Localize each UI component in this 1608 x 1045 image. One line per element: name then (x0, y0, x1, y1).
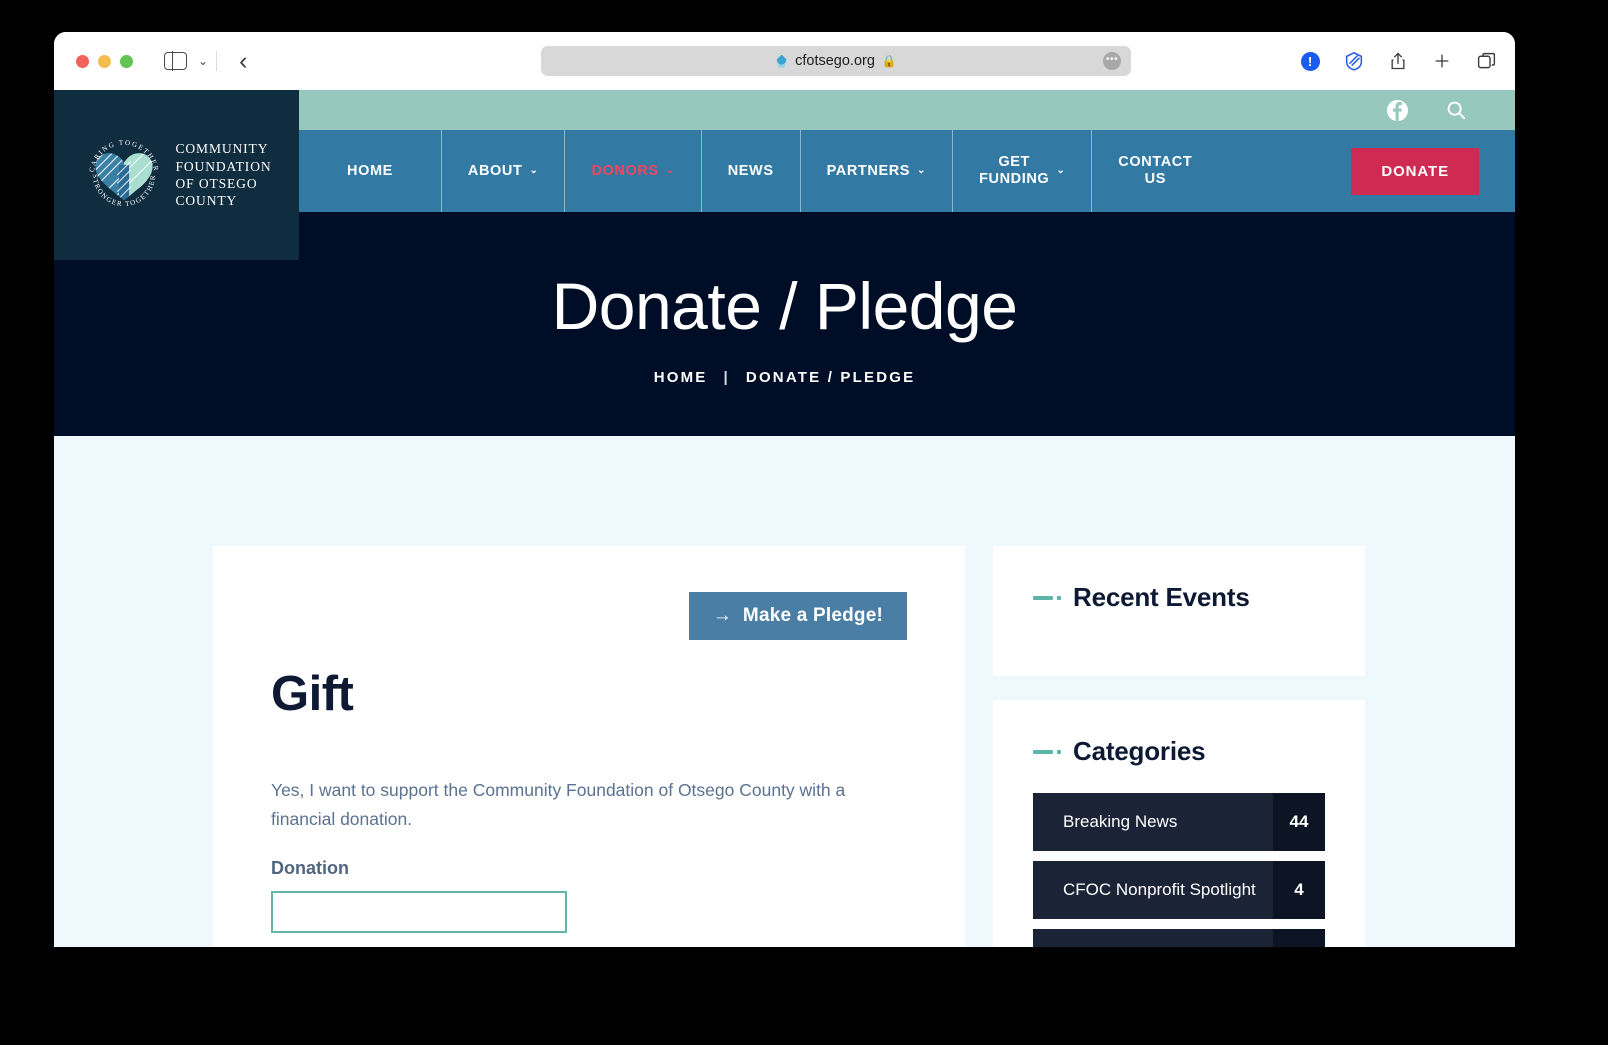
browser-toolbar: ⌄ ‹ cfotsego.org 🔒 ••• ! (54, 32, 1515, 90)
address-bar-more-icon[interactable]: ••• (1103, 52, 1121, 70)
page-title: Donate / Pledge (551, 269, 1018, 343)
sidebar-toggle-icon[interactable] (163, 51, 187, 71)
sidebar: Recent Events Categories Breaking News 4… (993, 546, 1365, 947)
recent-events-title: Recent Events (1033, 582, 1325, 613)
privacy-report-icon[interactable] (1343, 50, 1365, 72)
breadcrumb-current: DONATE / PLEDGE (745, 369, 916, 387)
dash-dot-icon (1033, 595, 1061, 600)
list-item[interactable]: Breaking News 44 (1033, 793, 1325, 851)
utility-bar (299, 90, 1515, 130)
nav-item-about[interactable]: ABOUT ⌄ (442, 130, 566, 212)
pledge-button-row: → Make a Pledge! (271, 592, 907, 640)
tab-overview-icon[interactable] (1475, 50, 1497, 72)
categories-widget: Categories Breaking News 44 CFOC Nonprof… (993, 700, 1365, 947)
nav-item-news[interactable]: NEWS (702, 130, 801, 212)
categories-label: Categories (1073, 736, 1206, 766)
share-icon[interactable] (1387, 50, 1409, 72)
toolbar-right-icons: ! (1299, 32, 1497, 90)
url-text: cfotsego.org (795, 53, 875, 69)
nav-label: PARTNERS (826, 162, 911, 179)
donate-button[interactable]: DONATE (1351, 147, 1479, 195)
nav-item-partners[interactable]: PARTNERS ⌄ (801, 130, 954, 212)
site-logo[interactable]: CARING TOGETHER STRONGER TOGETHER COMMUN… (54, 90, 299, 260)
nav-label: NEWS (727, 162, 774, 179)
arrow-right-icon: → (712, 605, 732, 626)
make-a-pledge-button[interactable]: → Make a Pledge! (688, 592, 907, 640)
nav-item-home[interactable]: HOME (299, 130, 442, 212)
recent-events-label: Recent Events (1073, 582, 1250, 612)
page-viewport: HOME ABOUT ⌄ DONORS ⌄ NEWS PARTNERS ⌄ GE… (54, 90, 1515, 947)
lock-icon: 🔒 (881, 54, 897, 68)
warning-badge-icon[interactable]: ! (1299, 50, 1321, 72)
chevron-down-icon: ⌄ (529, 165, 539, 177)
nav-label: CONTACT US (1118, 154, 1193, 187)
window-controls (76, 54, 133, 68)
make-a-pledge-label: Make a Pledge! (742, 605, 883, 626)
gift-form-card: → Make a Pledge! Gift Yes, I want to sup… (213, 546, 965, 947)
site-favicon-icon (776, 54, 787, 68)
toolbar-divider (216, 51, 218, 71)
breadcrumb-home-link[interactable]: HOME (654, 369, 708, 386)
category-count: 5 (1273, 929, 1325, 947)
chevron-down-icon: ⌄ (665, 165, 675, 177)
chevron-down-icon: ⌄ (917, 165, 927, 177)
donation-input[interactable] (271, 890, 567, 933)
nav-item-donors[interactable]: DONORS ⌄ (565, 130, 702, 212)
category-count: 44 (1273, 793, 1325, 851)
nav-item-contact-us[interactable]: CONTACT US (1092, 130, 1218, 212)
category-count: 4 (1273, 861, 1325, 919)
categories-title: Categories (1033, 736, 1325, 767)
maximize-window-button[interactable] (120, 54, 133, 68)
gift-heading: Gift (271, 667, 354, 721)
nav-label: ABOUT (467, 162, 523, 179)
form-intro-text: Yes, I want to support the Community Fou… (271, 780, 846, 829)
category-name: Breaking News (1063, 812, 1178, 831)
donation-label: Donation (271, 857, 349, 878)
address-bar[interactable]: cfotsego.org 🔒 ••• (541, 46, 1131, 76)
list-item[interactable]: CFOC Nonprofit Spotlight 4 (1033, 861, 1325, 919)
minimize-window-button[interactable] (98, 54, 111, 68)
categories-list: Breaking News 44 CFOC Nonprofit Spotligh… (1033, 793, 1325, 947)
heart-logo-icon: CARING TOGETHER STRONGER TOGETHER (82, 133, 166, 217)
site-logo-wordmark: COMMUNITY FOUNDATION OF OTSEGO COUNTY (175, 141, 272, 209)
close-window-button[interactable] (76, 54, 89, 68)
list-item[interactable]: DONOR PROFILES 5 (1033, 929, 1325, 947)
new-tab-button[interactable] (1431, 50, 1453, 72)
dash-dot-icon (1033, 749, 1061, 754)
nav-label: GET FUNDING (979, 154, 1050, 187)
recent-events-widget: Recent Events (993, 546, 1365, 676)
nav-label: DONORS (591, 162, 659, 179)
category-name: CFOC Nonprofit Spotlight (1063, 880, 1256, 899)
facebook-icon[interactable] (1386, 99, 1409, 122)
breadcrumb: HOME | DONATE / PLEDGE (654, 369, 916, 386)
donate-button-wrap: DONATE (1351, 130, 1515, 212)
main-navigation: HOME ABOUT ⌄ DONORS ⌄ NEWS PARTNERS ⌄ GE… (299, 130, 1515, 212)
nav-label: HOME (347, 162, 393, 179)
nav-item-get-funding[interactable]: GET FUNDING ⌄ (953, 130, 1093, 212)
page-content: → Make a Pledge! Gift Yes, I want to sup… (54, 436, 1515, 947)
breadcrumb-separator: | (723, 369, 730, 387)
search-icon[interactable] (1445, 99, 1467, 121)
chevron-down-icon: ⌄ (1056, 165, 1066, 177)
back-button[interactable]: ‹ (239, 48, 247, 74)
browser-window: ⌄ ‹ cfotsego.org 🔒 ••• ! HOME ABOUT ⌄ DO… (54, 32, 1515, 947)
sidebar-chevron-down-icon[interactable]: ⌄ (198, 54, 208, 68)
site-header: HOME ABOUT ⌄ DONORS ⌄ NEWS PARTNERS ⌄ GE… (54, 90, 1515, 436)
